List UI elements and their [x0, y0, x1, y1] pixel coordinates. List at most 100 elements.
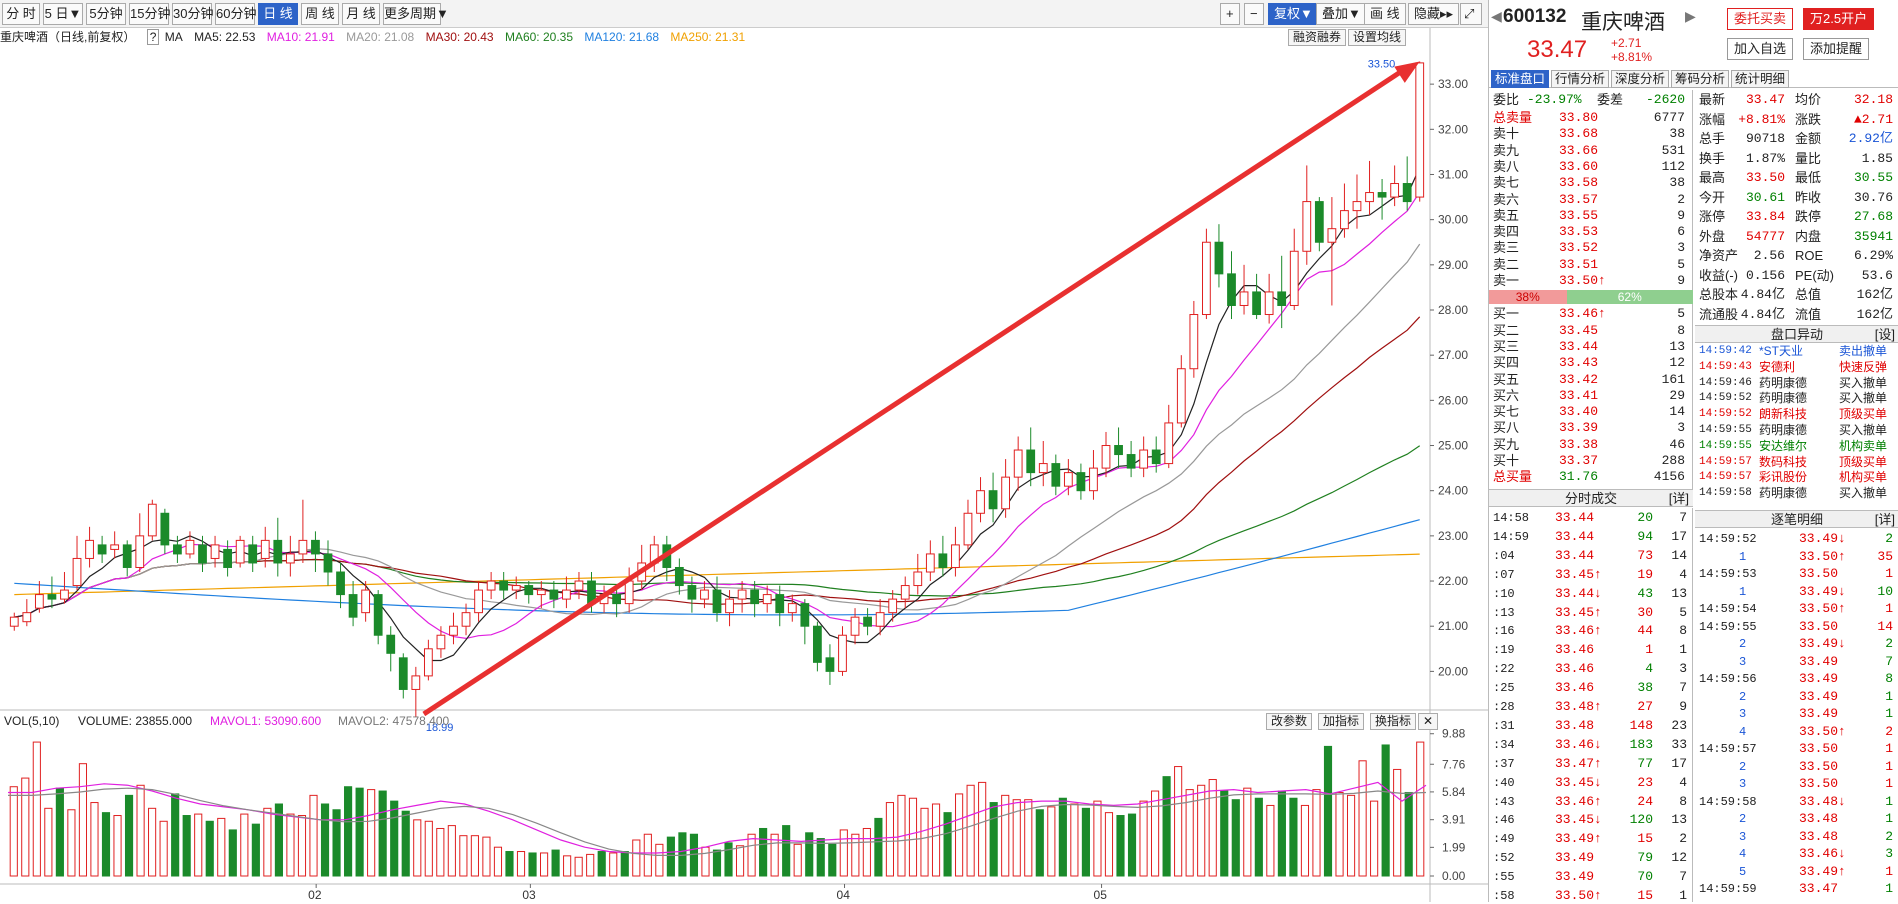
period-button-4[interactable]: 30分钟 [172, 3, 213, 25]
pankou-item[interactable]: 14:59:43 安德利 快速反弹 [1699, 360, 1895, 376]
quote-panel: ◀ 600132 重庆啤酒 ▶ 委托买卖 万2.5开户 33.47 +2.71 … [1488, 0, 1898, 903]
zhubi-row: 14:59:59 33.47 1 [1699, 881, 1895, 897]
volume-bar [401, 810, 410, 877]
fenshi-detail-link[interactable]: [详] [1669, 490, 1689, 508]
period-button-3[interactable]: 15分钟 [129, 3, 170, 25]
pankou-time: 14:59:52 [1699, 408, 1752, 421]
pankou-item[interactable]: 14:59:57 彩讯股份 机构买单 [1699, 470, 1895, 486]
tab-2[interactable]: 深度分析 [1611, 70, 1670, 88]
date-label: 03 [522, 888, 536, 902]
pankou-time: 14:59:42 [1699, 345, 1752, 357]
period-button-6[interactable]: 日 线 [258, 3, 298, 25]
fenshi-time: :49 [1493, 832, 1515, 847]
price-tick-label: 33.00 [1438, 77, 1468, 91]
fenshi-time: 14:59 [1493, 529, 1530, 544]
pankou-settings-link[interactable]: [设] [1875, 326, 1895, 344]
fenshi-time: :28 [1493, 700, 1515, 714]
pankou-item[interactable]: 14:59:55 安达维尔 机构卖单 [1699, 439, 1895, 455]
fenshi-row: :07 33.45↑ 19 4 [1493, 567, 1689, 583]
period-button-5[interactable]: 60分钟 [215, 3, 256, 25]
zhubi-detail-link[interactable]: [详] [1875, 511, 1895, 529]
period-button-9[interactable]: 更多周期▼ [383, 3, 449, 25]
zhubi-price: 33.49 [1799, 706, 1839, 721]
overlay-dropdown[interactable]: 叠加▼ [1316, 3, 1367, 25]
sell-row-price: 33.52 [1559, 240, 1599, 256]
tab-1[interactable]: 行情分析 [1551, 70, 1610, 88]
zhubi-row: 14:59:53 33.50 1 [1699, 566, 1895, 582]
fenshi-volume: 148 [1629, 717, 1653, 733]
buy-row: 买一 33.46↑ 5 [1493, 306, 1689, 322]
volume-bar [367, 789, 376, 877]
period-button-2[interactable]: 5分钟 [86, 3, 126, 25]
volume-bar [1381, 744, 1390, 877]
pankou-item[interactable]: 14:59:42 *ST天业 卖出撤单 [1699, 344, 1895, 360]
volume-bar [1312, 789, 1321, 877]
period-button-0[interactable]: 分 时 [2, 3, 40, 25]
tab-3[interactable]: 筹码分析 [1671, 70, 1730, 88]
sell-row-price: 33.53 [1559, 224, 1599, 240]
sell-row-volume: 3 [1677, 240, 1685, 256]
sell-row: 卖八 33.60 112 [1493, 159, 1689, 175]
period-button-7[interactable]: 周 线 [301, 3, 339, 25]
zhubi-row: 3 33.49 1 [1699, 706, 1895, 722]
sell-row-price: 33.58 [1559, 175, 1599, 191]
sell-row-volume: 9 [1677, 273, 1685, 288]
candle-body [135, 535, 145, 568]
volume-bar [1254, 797, 1263, 877]
buy-row-label: 买六 [1493, 387, 1520, 403]
pankou-action: 机构卖单 [1839, 438, 1888, 453]
switch-indicator-button[interactable]: 换指标 [1370, 713, 1417, 730]
hide-panel-button[interactable]: 隐藏▸▸ [1408, 3, 1460, 25]
pankou-stock: 药明康德 [1759, 391, 1808, 406]
tab-4[interactable]: 统计明细 [1731, 70, 1790, 88]
candle-body [1252, 291, 1261, 316]
trade-button[interactable]: 委托买卖 [1727, 8, 1794, 30]
buy-row-price: 33.38 [1559, 436, 1599, 452]
volume-bar [101, 812, 111, 877]
sell-row-price: 33.55 [1559, 207, 1599, 223]
volume-bar [309, 794, 318, 877]
kline-chart-area[interactable]: 重庆啤酒（日线,前复权） ? MA MA5: 22.53 MA10: 21.91… [0, 28, 1488, 902]
draw-line-button[interactable]: 画 线 [1364, 3, 1406, 25]
sell-row-price: 33.66 [1559, 142, 1599, 158]
pankou-item[interactable]: 14:59:52 朗新科技 顶级买单 [1699, 407, 1895, 423]
stat-label: 总股本 [1699, 287, 1739, 302]
stat-label: 跌停 [1795, 209, 1822, 224]
volume-bar [1416, 741, 1425, 877]
stat-label: 最高 [1699, 170, 1726, 185]
fenshi-row: :13 33.45↑ 30 5 [1493, 605, 1689, 621]
period-button-8[interactable]: 月 线 [342, 3, 380, 25]
fenshi-count: 1 [1679, 642, 1687, 658]
fenshi-volume: 79 [1637, 850, 1653, 866]
zoom-in-button[interactable]: + [1220, 3, 1240, 25]
pankou-item[interactable]: 14:59:52 药明康德 买入撤单 [1699, 391, 1895, 407]
pankou-stock: 安德利 [1759, 359, 1796, 374]
sell-row-label: 卖一 [1493, 273, 1520, 288]
prev-stock-icon[interactable]: ◀ [1491, 8, 1502, 25]
fuquan-dropdown[interactable]: 复权▼ [1268, 3, 1319, 25]
zoom-out-button[interactable]: − [1244, 3, 1264, 25]
sell-row-price: 33.50↑ [1559, 273, 1606, 288]
tab-0[interactable]: 标准盘口 [1491, 70, 1550, 88]
sell-row-volume: 6 [1677, 224, 1685, 240]
open-account-button[interactable]: 万2.5开户 [1803, 8, 1875, 30]
close-indicator-icon[interactable]: ✕ [1418, 713, 1439, 730]
volume-bar [378, 790, 387, 877]
add-watchlist-button[interactable]: 加入自选 [1727, 38, 1794, 60]
next-stock-icon[interactable]: ▶ [1685, 8, 1696, 25]
fullscreen-icon[interactable]: ⤢ [1460, 3, 1482, 25]
add-alert-button[interactable]: 添加提醒 [1803, 38, 1870, 60]
pankou-item[interactable]: 14:59:55 药明康德 买入撤单 [1699, 423, 1895, 439]
fenshi-price: 33.44 [1555, 528, 1595, 544]
candle-body [386, 634, 396, 654]
sell-row-price: 33.68 [1559, 126, 1599, 142]
candle-body [712, 589, 722, 614]
pankou-item[interactable]: 14:59:58 药明康德 买入撤单 [1699, 486, 1895, 502]
ma30-line [14, 316, 1421, 618]
edit-params-button[interactable]: 改参数 [1266, 713, 1313, 730]
period-button-1[interactable]: 5 日▼ [43, 3, 83, 25]
add-indicator-button[interactable]: 加指标 [1318, 713, 1365, 730]
fenshi-row: :10 33.44↓ 43 13 [1493, 586, 1689, 602]
pankou-item[interactable]: 14:59:57 数码科技 顶级买单 [1699, 455, 1895, 471]
pankou-item[interactable]: 14:59:46 药明康德 买入撤单 [1699, 376, 1895, 392]
